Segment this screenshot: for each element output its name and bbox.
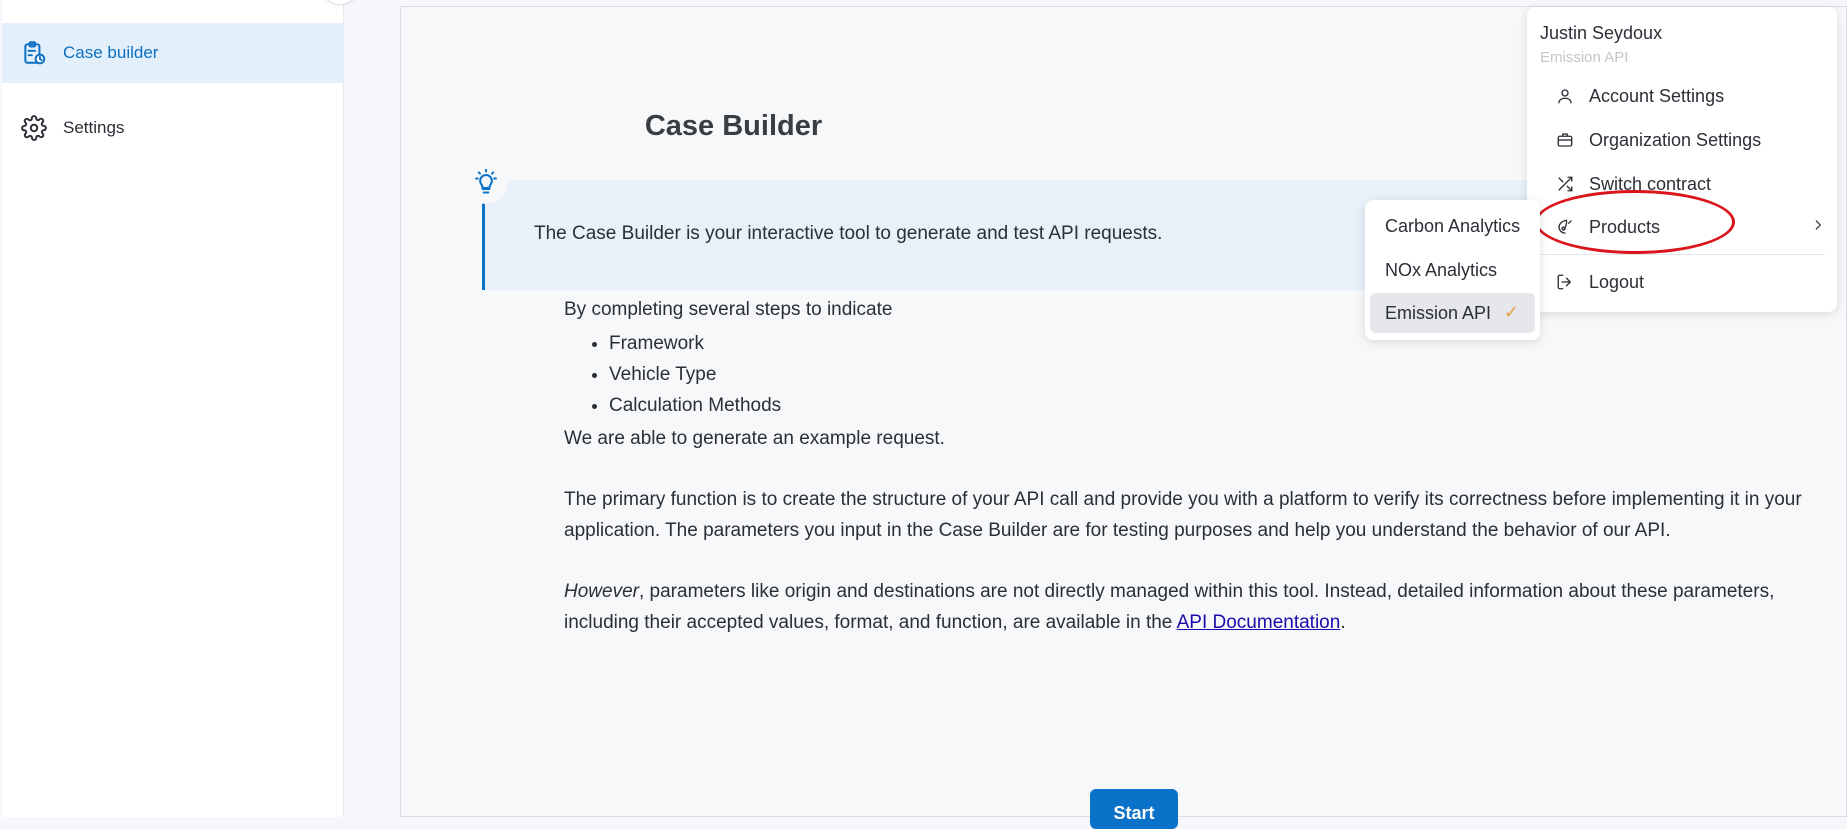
paragraph-end: . [1340, 612, 1346, 633]
after-steps-text: We are able to generate an example reque… [564, 428, 945, 449]
user-name: Justin Seydoux [1540, 23, 1663, 43]
menu-item-logout[interactable]: Logout [1555, 263, 1825, 301]
steps-list: Framework Vehicle Type Calculation Metho… [564, 328, 1804, 421]
products-icon [1555, 217, 1575, 237]
description: By completing several steps to indicate … [564, 294, 1804, 638]
menu-item-label: Products [1589, 216, 1661, 237]
submenu-item-label: Carbon Analytics [1385, 215, 1521, 236]
tip-text: The Case Builder is your interactive too… [534, 223, 1163, 244]
submenu-item-nox-analytics[interactable]: NOx Analytics [1370, 250, 1535, 290]
logout-icon [1555, 272, 1575, 292]
submenu-item-emission-api[interactable]: Emission API ✓ [1370, 293, 1535, 333]
current-product: Emission API [1540, 49, 1629, 66]
menu-item-label: Logout [1589, 271, 1645, 292]
sidebar-item-case-builder[interactable]: Case builder [2, 23, 344, 83]
menu-item-label: Switch contract [1589, 173, 1712, 194]
however-emphasis: However [564, 581, 639, 602]
sidebar-item-label: Case builder [63, 43, 159, 62]
list-item: Framework [609, 328, 1804, 359]
menu-item-label: Account Settings [1589, 85, 1725, 106]
paragraph-however-text: , parameters like origin and destination… [564, 581, 1775, 633]
products-submenu: Carbon Analytics NOx Analytics Emission … [1365, 200, 1540, 340]
list-item: Vehicle Type [609, 359, 1804, 390]
user-icon [1555, 86, 1575, 106]
shuffle-icon [1555, 174, 1575, 194]
menu-item-switch-contract[interactable]: Switch contract [1555, 165, 1825, 203]
submenu-item-label: NOx Analytics [1385, 259, 1498, 280]
user-menu: Justin Seydoux Emission API Account Sett… [1527, 7, 1837, 312]
menu-item-products[interactable]: Products [1555, 208, 1825, 246]
list-item: Calculation Methods [609, 390, 1804, 421]
menu-divider [1539, 254, 1825, 255]
lightbulb-icon [464, 160, 508, 204]
submenu-item-label: Emission API [1385, 302, 1492, 323]
page-title: Case Builder [644, 110, 823, 142]
briefcase-icon [1555, 130, 1575, 150]
clipboard-clock-icon [20, 39, 48, 67]
menu-item-organization-settings[interactable]: Organization Settings [1555, 121, 1825, 159]
chevron-right-icon [1811, 216, 1825, 237]
submenu-item-carbon-analytics[interactable]: Carbon Analytics [1370, 206, 1535, 246]
check-icon: ✓ [1503, 302, 1519, 322]
api-documentation-link[interactable]: API Documentation [1177, 612, 1341, 633]
paragraph-primary-function: The primary function is to create the st… [564, 489, 1802, 541]
start-button[interactable]: Start [1090, 789, 1178, 829]
menu-item-label: Organization Settings [1589, 129, 1762, 150]
menu-item-account-settings[interactable]: Account Settings [1555, 77, 1825, 115]
paragraph-however: However, parameters like origin and dest… [564, 576, 1804, 638]
